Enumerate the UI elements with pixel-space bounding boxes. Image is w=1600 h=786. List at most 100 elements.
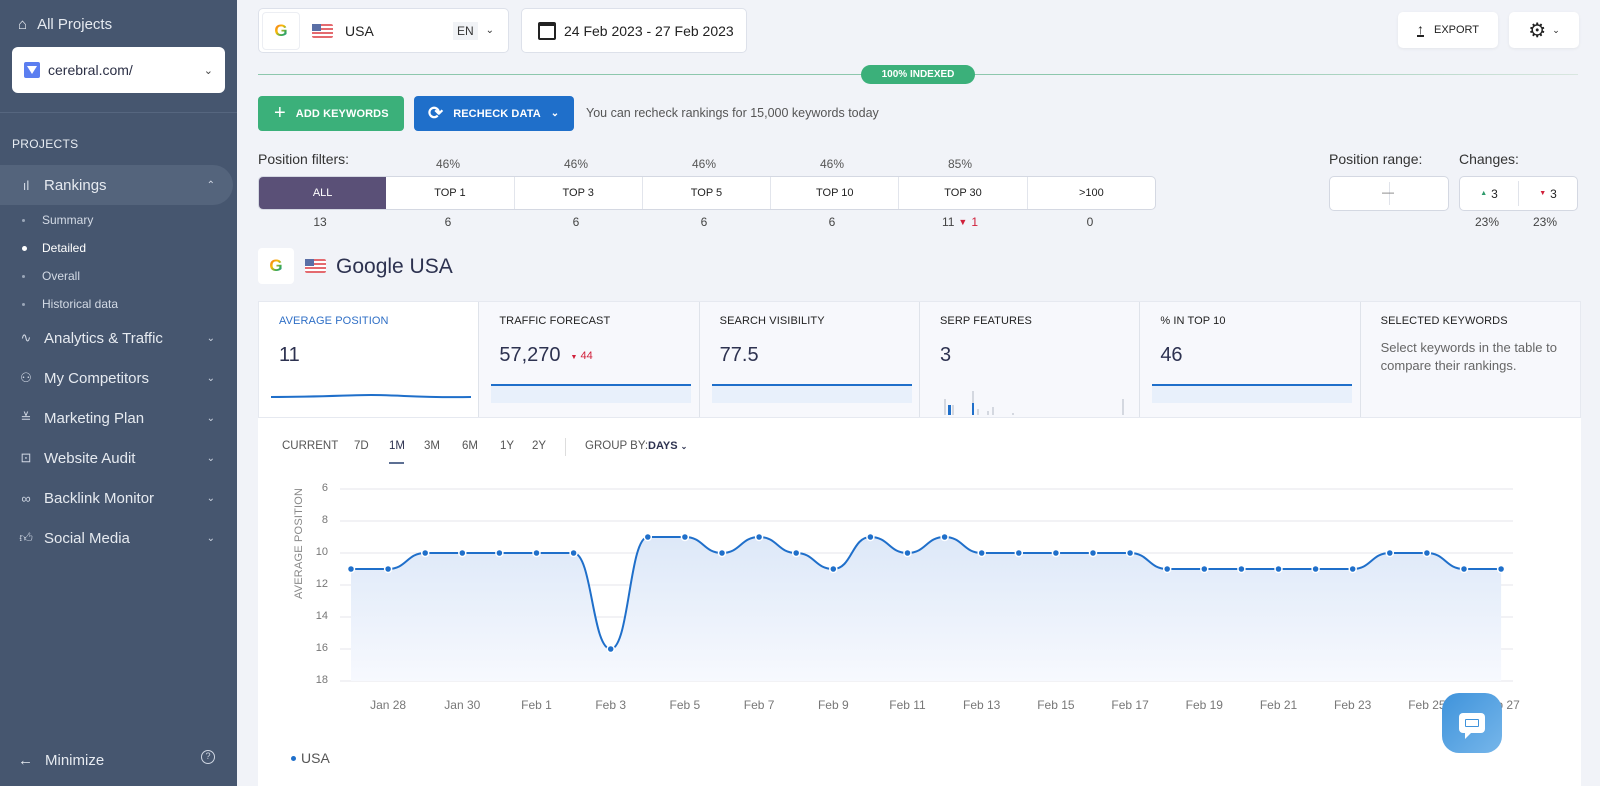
data-point (829, 564, 838, 574)
sidebar-item-competitors[interactable]: ⚇ My Competitors ⌄ (0, 358, 233, 398)
filter-top10[interactable]: TOP 10 (770, 177, 898, 209)
tile-search-visibility[interactable]: SEARCH VISIBILITY 77.5 (698, 302, 919, 417)
chevron-down-icon: ⌄ (206, 412, 215, 424)
tile-pct-top10[interactable]: % IN TOP 10 46 (1139, 302, 1359, 417)
chevron-down-icon: ⌄ (206, 372, 215, 384)
sidebar-sub-overall[interactable]: Overall (22, 269, 80, 283)
count-top30: 11 ▼ 1 (941, 215, 979, 229)
tile-serp-features[interactable]: SERP FEATURES 3 (918, 302, 1139, 417)
data-point (1385, 548, 1395, 558)
changes-up-button[interactable]: ▲ 3 (1460, 181, 1519, 206)
x-tick-label: Feb 19 (1185, 698, 1223, 712)
filter-over100[interactable]: >100 (1026, 177, 1155, 209)
legend-item-usa[interactable]: USA (291, 750, 330, 766)
indexed-badge: 100% INDEXED (861, 65, 975, 84)
tile-traffic-forecast[interactable]: TRAFFIC FORECAST 57,270 ▼ 44 (478, 302, 698, 417)
line-chart (340, 488, 1513, 682)
chevron-down-icon: ⌄ (206, 492, 215, 504)
data-point (1200, 564, 1209, 574)
sidebar-sub-summary[interactable]: Summary (22, 213, 93, 227)
search-box-icon: ⊡ (20, 450, 32, 465)
changes-label: Changes: (1459, 151, 1519, 167)
export-button[interactable]: ↑ EXPORT (1398, 12, 1498, 48)
pct-top1: 46% (435, 157, 461, 171)
help-icon[interactable]: ? (201, 750, 215, 764)
us-flag-icon (305, 259, 326, 273)
chevron-down-icon: ⌄ (206, 532, 215, 544)
data-point (791, 548, 801, 558)
changes-down-button[interactable]: ▼ 3 (1519, 177, 1577, 210)
y-tick-label: 18 (315, 674, 328, 686)
project-select[interactable]: cerebral.com/ ⌄ (12, 47, 225, 93)
sparkline (1152, 384, 1353, 403)
data-point (1162, 564, 1172, 574)
pct-top5: 46% (691, 157, 717, 171)
google-icon: G (262, 11, 300, 50)
chevron-down-icon: ⌄ (203, 64, 213, 77)
sidebar-item-rankings[interactable]: ıl Rankings ⌃ (0, 165, 233, 205)
data-point (420, 548, 430, 558)
add-keywords-button[interactable]: + ADD KEYWORDS (258, 96, 404, 131)
sidebar-item-social-media[interactable]: 👍︎ Social Media ⌄ (0, 518, 233, 558)
filter-top5[interactable]: TOP 5 (641, 177, 770, 209)
sidebar-sub-historical[interactable]: Historical data (22, 297, 118, 311)
data-point (1088, 548, 1098, 558)
minimize-button[interactable]: ← Minimize (18, 752, 104, 769)
chart-card: CURRENT 7D 1M 3M 6M 1Y 2Y GROUP BY: DAYS… (258, 418, 1581, 786)
position-filter-bar: ALL TOP 1 TOP 3 TOP 5 TOP 10 TOP 30 >100 (258, 176, 1156, 210)
language-badge: EN (452, 21, 478, 40)
settings-button[interactable]: ⚙ ⌄ (1509, 12, 1579, 48)
position-range-input[interactable]: — (1329, 176, 1449, 211)
plus-icon: + (274, 102, 286, 124)
data-point (495, 548, 504, 558)
data-point (1274, 564, 1283, 574)
x-tick-label: Feb 5 (669, 698, 701, 712)
sidebar: ⌂ All Projects cerebral.com/ ⌄ PROJECTS … (0, 0, 237, 786)
filter-top30[interactable]: TOP 30 (898, 177, 1026, 209)
data-point (1125, 548, 1135, 558)
changes-filter: ▲ 3 ▼ 3 (1459, 176, 1578, 211)
serp-bars (943, 391, 1124, 415)
filter-top3[interactable]: TOP 3 (513, 177, 642, 209)
section-label: PROJECTS (12, 137, 79, 151)
chat-widget-button[interactable] (1442, 693, 1502, 753)
arrow-left-icon: ← (18, 752, 33, 769)
sidebar-item-analytics[interactable]: ∿ Analytics & Traffic ⌄ (0, 318, 233, 358)
data-point (383, 564, 393, 574)
pct-top3: 46% (563, 157, 589, 171)
down-triangle-icon: ▼ (1539, 190, 1547, 197)
data-point (754, 532, 764, 542)
all-projects-link[interactable]: ⌂ All Projects (18, 16, 112, 33)
data-point (569, 548, 578, 558)
data-point (1014, 548, 1024, 558)
chevron-down-icon: ⌄ (550, 108, 560, 119)
tile-selected-keywords: SELECTED KEYWORDS Select keywords in the… (1359, 302, 1580, 417)
sparkline (711, 384, 912, 403)
sidebar-sub-detailed[interactable]: Detailed (22, 241, 86, 255)
x-tick-label: Feb 15 (1037, 698, 1075, 712)
date-range-picker[interactable]: 24 Feb 2023 - 27 Feb 2023 (521, 8, 747, 53)
x-tick-label: Feb 23 (1334, 698, 1372, 712)
filter-top1[interactable]: TOP 1 (386, 177, 513, 209)
users-icon: ⚇ (20, 370, 32, 385)
recheck-data-button[interactable]: ⟳ RECHECK DATA ⌄ (414, 96, 574, 131)
data-point (1311, 564, 1320, 574)
data-point (940, 532, 949, 542)
chevron-down-icon: ⌄ (1552, 24, 1560, 35)
count-all: 13 (313, 215, 327, 229)
count-top5: 6 (700, 215, 708, 229)
sidebar-item-backlink-monitor[interactable]: ∞ Backlink Monitor ⌄ (0, 478, 233, 518)
filter-all[interactable]: ALL (259, 177, 387, 209)
upload-icon: ↑ (1416, 21, 1424, 37)
up-triangle-icon: ▲ (1480, 190, 1488, 197)
data-point (717, 548, 727, 558)
pct-top10: 46% (819, 157, 845, 171)
x-tick-label: Feb 11 (889, 698, 926, 712)
x-tick-label: Feb 17 (1111, 698, 1149, 712)
tile-average-position[interactable]: AVERAGE POSITION 11 (259, 302, 479, 417)
sidebar-item-marketing-plan[interactable]: ≚ Marketing Plan ⌄ (0, 398, 233, 438)
refresh-icon: ⟳ (428, 103, 444, 123)
search-engine-select[interactable]: G USA EN ⌄ (258, 8, 509, 53)
sidebar-item-website-audit[interactable]: ⊡ Website Audit ⌄ (0, 438, 233, 478)
data-point (680, 532, 690, 542)
